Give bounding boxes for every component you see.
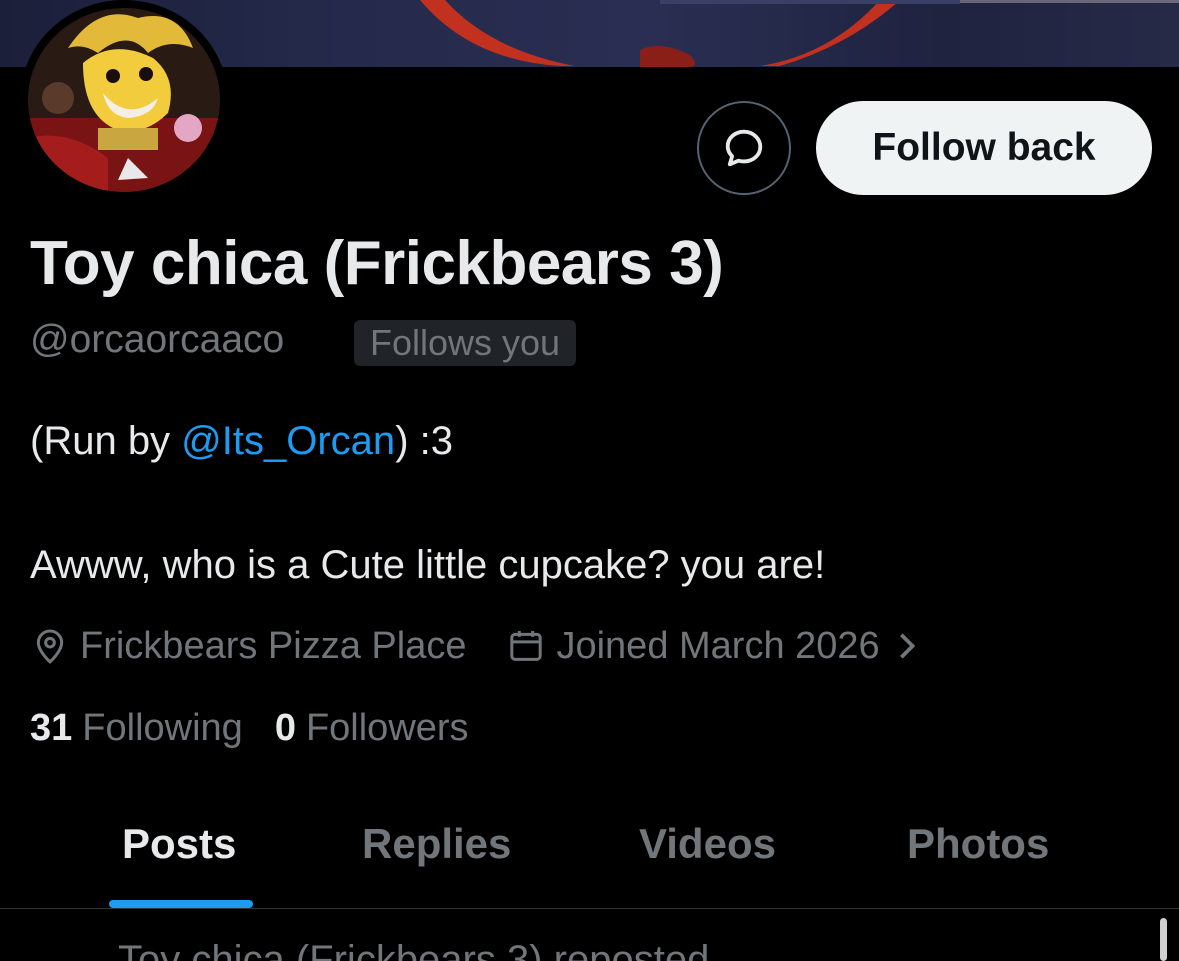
followers-count: 0 (274, 707, 296, 749)
profile-meta: Frickbears Pizza Place Joined March 2026 (30, 622, 930, 670)
tab-photos[interactable]: Photos (907, 820, 1049, 868)
join-date-text: Joined March 2026 (556, 624, 880, 667)
active-tab-indicator (109, 900, 253, 908)
location-text: Frickbears Pizza Place (80, 624, 467, 667)
followers-label: Followers (305, 707, 469, 749)
follows-you-badge: Follows you (354, 320, 577, 366)
bio-line: (Run by @Its_Orcan) :3 (30, 419, 453, 464)
location-pin-icon (36, 629, 64, 664)
following-count: 31 (30, 707, 73, 749)
join-date[interactable]: Joined March 2026 (506, 625, 929, 668)
display-name: Toy chica (Frickbears 3) (30, 229, 724, 298)
avatar[interactable] (20, 0, 228, 200)
following-link[interactable]: 31 Following (30, 707, 243, 750)
tab-replies[interactable]: Replies (362, 820, 511, 868)
message-button[interactable] (697, 101, 791, 195)
profile-tabs: Posts Replies Videos Photos (0, 790, 1179, 908)
bio-mention-link[interactable]: @Its_Orcan (181, 419, 395, 463)
user-handle: @orcaorcaaco (30, 318, 285, 361)
message-bubble-icon (725, 129, 763, 167)
followers-link[interactable]: 0 Followers (275, 707, 469, 750)
scrollbar[interactable] (1160, 918, 1167, 961)
location: Frickbears Pizza Place (30, 625, 466, 668)
chevron-right-icon (899, 633, 915, 659)
tab-posts[interactable]: Posts (122, 820, 236, 868)
profile-page: Follow back Toy chica (Frickbears 3) @or… (0, 0, 1179, 961)
tab-videos[interactable]: Videos (639, 820, 776, 868)
repost-header: Toy chica (Frickbears 3) reposted (118, 938, 710, 961)
calendar-icon (510, 631, 543, 661)
bio-prefix: (Run by (30, 419, 182, 463)
avatar-image (28, 8, 220, 192)
tabs-divider (0, 908, 1179, 909)
bio-text: Awww, who is a Cute little cupcake? you … (30, 543, 826, 587)
follow-back-button[interactable]: Follow back (816, 101, 1152, 195)
following-label: Following (82, 707, 243, 749)
follow-counts: 31 Following 0 Followers (30, 707, 469, 750)
bio-suffix: ) :3 (395, 419, 453, 463)
